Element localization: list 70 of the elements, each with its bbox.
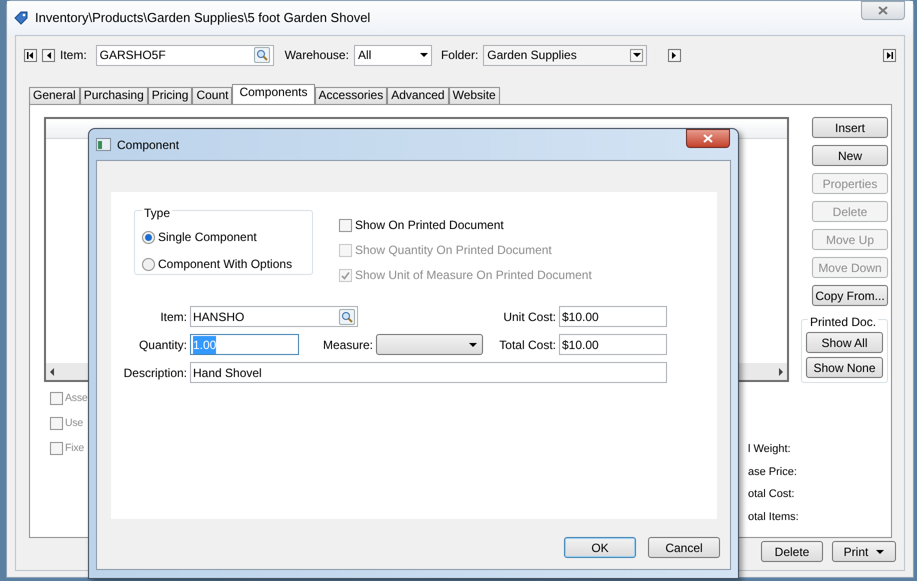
total-label: otal Items: [748, 510, 799, 524]
checkbox-label: Show On Printed Document [355, 217, 504, 234]
option-label: Asse [65, 391, 88, 406]
skip-first-icon [26, 50, 35, 60]
skip-last-icon [885, 50, 894, 60]
item-field[interactable]: GARSHO5F [96, 44, 274, 66]
tab[interactable]: Components [232, 84, 315, 104]
checkbox[interactable] [50, 392, 63, 406]
last-record-button[interactable] [883, 48, 896, 62]
footer-button[interactable]: Print [832, 541, 896, 562]
previous-record-button[interactable] [42, 48, 55, 62]
unit-cost-label: Unit Cost: [502, 308, 556, 326]
tab[interactable]: Website [448, 87, 500, 104]
tab[interactable]: Advanced [387, 87, 449, 104]
unit-cost-field[interactable]: $10.00 [559, 306, 667, 327]
total-label: otal Cost: [748, 487, 796, 502]
total-label: l Weight: [748, 442, 792, 457]
scroll-right-icon[interactable] [779, 368, 783, 376]
warehouse-label: Warehouse: [284, 47, 349, 64]
tab[interactable]: Purchasing [80, 87, 148, 104]
tab[interactable]: Count [192, 87, 232, 104]
window-title: Inventory\Products\Garden Supplies\5 foot Garden Shovel [35, 9, 370, 28]
checkbox[interactable] [339, 218, 352, 232]
radio-button[interactable] [142, 230, 155, 244]
total-label: ase Price: [748, 464, 798, 480]
total-cost-field[interactable]: $10.00 [559, 334, 667, 355]
check-icon [341, 270, 350, 280]
tab[interactable]: Pricing [148, 87, 192, 104]
close-icon [878, 6, 888, 15]
search-icon[interactable] [339, 308, 355, 324]
warehouse-dropdown[interactable]: All [354, 44, 432, 66]
folder-dropdown[interactable]: Garden Supplies [483, 44, 648, 66]
tag-icon [13, 10, 29, 26]
side-button[interactable]: Insert [812, 117, 888, 138]
search-icon[interactable] [254, 47, 270, 63]
tab[interactable]: General [29, 87, 80, 104]
tab[interactable]: Accessories [314, 87, 388, 104]
item-field[interactable]: HANSHO [190, 306, 358, 327]
first-record-button[interactable] [24, 48, 37, 62]
measure-label: Measure: [322, 336, 373, 354]
description-field[interactable]: Hand Shovel [190, 362, 667, 383]
dialog-button[interactable]: OK [564, 537, 636, 558]
side-button[interactable]: New [812, 145, 888, 166]
option-label: Fixe [65, 440, 84, 456]
radio-label: Component With Options [158, 256, 292, 273]
total-cost-label: Total Cost: [498, 336, 556, 354]
item-label: Item: [60, 47, 87, 64]
option-label: Use [65, 416, 84, 431]
next-record-button[interactable] [668, 48, 682, 62]
checkbox-label: Show Quantity On Printed Document [355, 242, 552, 259]
radio-label: Single Component [158, 229, 257, 246]
quantity-label: Quantity: [138, 336, 187, 354]
radio-button[interactable] [142, 258, 155, 270]
window-icon [96, 138, 111, 151]
footer-button[interactable]: Delete [761, 541, 823, 562]
item-label: Item: [159, 308, 187, 326]
measure-dropdown[interactable] [376, 334, 483, 355]
checkbox[interactable] [50, 442, 63, 455]
folder-label: Folder: [440, 47, 478, 64]
description-label: Description: [122, 364, 187, 382]
checkbox[interactable] [50, 417, 63, 430]
dialog-title: Component [117, 136, 180, 154]
close-icon [703, 134, 713, 143]
printed-doc-button[interactable]: Show None [806, 357, 883, 378]
scroll-left-icon[interactable] [50, 368, 54, 376]
checkbox-label: Show Unit of Measure On Printed Document [355, 267, 592, 284]
dialog-button[interactable]: Cancel [648, 537, 720, 558]
side-button[interactable]: Copy From... [812, 285, 888, 306]
printed-doc-button[interactable]: Show All [806, 332, 883, 353]
close-button[interactable] [686, 129, 730, 148]
